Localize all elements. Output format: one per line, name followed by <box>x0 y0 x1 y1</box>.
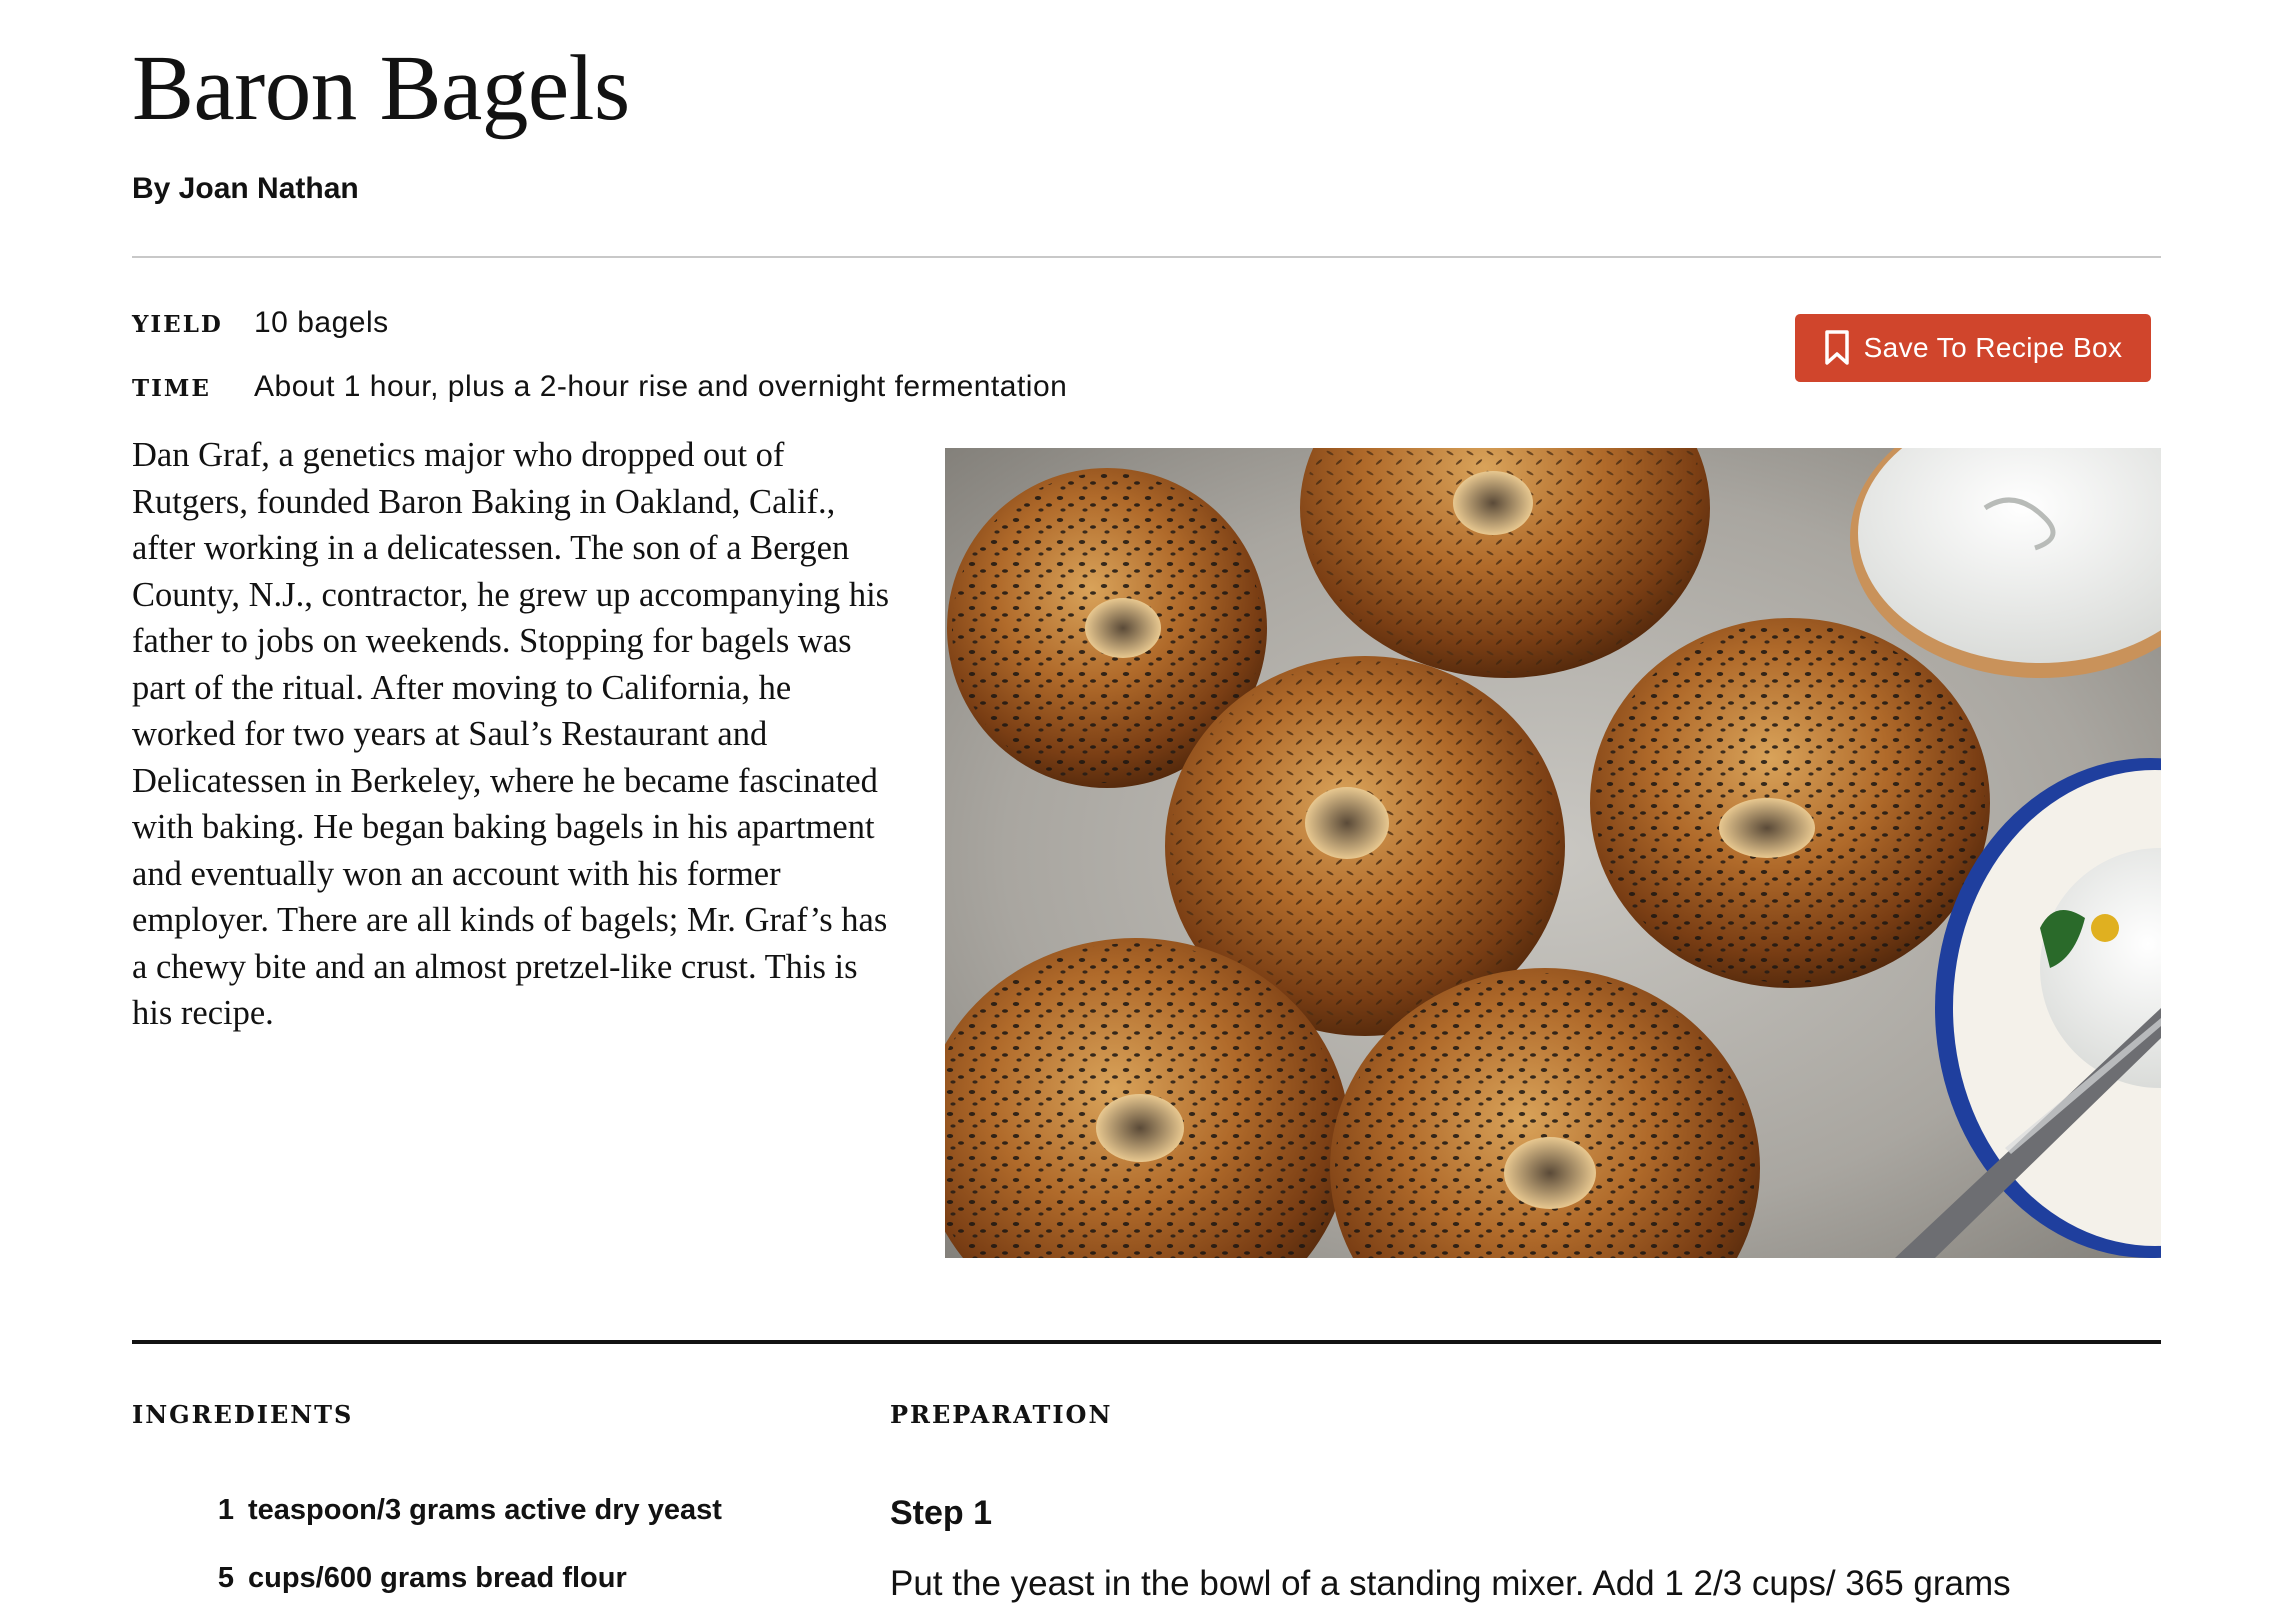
ingredient-quantity: 5 <box>217 1562 234 1594</box>
time-row: Time About 1 hour, plus a 2-hour rise an… <box>132 370 1067 404</box>
ingredients-heading: Ingredients <box>132 1400 354 1429</box>
bookmark-icon <box>1824 329 1850 367</box>
ingredient-text: cups/600 grams bread flour <box>248 1562 627 1594</box>
save-button-label: Save To Recipe Box <box>1863 332 2123 363</box>
recipe-intro: Dan Graf, a genetics major who dropped o… <box>132 436 890 1032</box>
save-to-recipe-box-button[interactable]: Save To Recipe Box <box>1795 314 2151 382</box>
author-byline[interactable]: By Joan Nathan <box>132 172 359 206</box>
ingredient-list: 1 teaspoon/3 grams active dry yeast 5 cu… <box>132 1494 722 1595</box>
ingredient-item: 1 teaspoon/3 grams active dry yeast <box>132 1494 722 1562</box>
time-label: Time <box>132 375 211 402</box>
header-divider <box>132 256 2161 258</box>
recipe-title: Baron Bagels <box>132 37 630 140</box>
yield-value: 10 bagels <box>254 306 389 339</box>
ingredient-text: teaspoon/3 grams active dry yeast <box>248 1494 722 1526</box>
yield-label: Yield <box>132 311 223 338</box>
ingredient-item: 5 cups/600 grams bread flour <box>132 1562 722 1595</box>
bagels-photo-illustration <box>945 448 2161 1258</box>
yield-row: Yield 10 bagels <box>132 306 389 340</box>
section-divider <box>132 1340 2161 1344</box>
time-value: About 1 hour, plus a 2-hour rise and ove… <box>254 370 1068 403</box>
step-title: Step 1 <box>890 1494 993 1532</box>
step-text: Put the yeast in the bowl of a standing … <box>890 1564 2011 1603</box>
preparation-heading: Preparation <box>890 1400 1113 1429</box>
ingredient-quantity: 1 <box>217 1494 234 1526</box>
recipe-photo <box>945 448 2161 1258</box>
